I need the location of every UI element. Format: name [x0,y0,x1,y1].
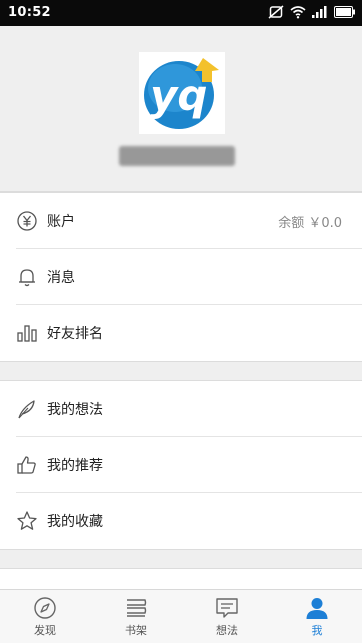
status-time: 10:52 [8,5,51,20]
tab-thoughts-label: 想法 [216,624,238,637]
my-recommendations-row[interactable]: 我的推荐 [16,437,362,493]
feather-icon [16,398,38,420]
my-content-group: 我的想法 我的推荐 我的收藏 [0,380,362,550]
comment-icon [215,596,239,620]
signal-icon [312,6,328,18]
messages-label: 消息 [47,270,75,286]
my-favorites-label: 我的收藏 [47,514,103,530]
logo-text: yq [150,71,207,120]
account-label: 账户 [47,214,75,230]
thumbs-up-icon [16,454,38,476]
account-row[interactable]: 账户 余额 ￥0.0 [16,193,362,249]
friend-ranking-label: 好友排名 [47,326,103,342]
yq-logo-icon: yq [144,58,219,129]
tab-bookshelf[interactable]: 书架 [91,590,181,643]
mute-icon [268,4,284,20]
balance-value: 余额 ￥0.0 [278,216,342,231]
tab-discover[interactable]: 发现 [0,590,90,643]
status-icons [268,4,356,20]
friend-ranking-row[interactable]: 好友排名 [16,305,362,361]
bell-icon [16,266,38,288]
bottom-tab-bar: 发现 书架 想法 我 [0,589,362,643]
profile-header: yq [0,26,362,192]
my-favorites-row[interactable]: 我的收藏 [16,493,362,549]
tab-bookshelf-label: 书架 [125,624,147,637]
username-redacted [119,146,235,166]
my-thoughts-label: 我的想法 [47,402,103,418]
my-recommendations-label: 我的推荐 [47,458,103,474]
yen-icon [16,210,38,232]
tab-discover-label: 发现 [34,624,56,637]
status-bar: 10:52 [0,0,362,26]
bar-chart-icon [16,322,38,344]
wifi-icon [290,5,306,19]
avatar[interactable]: yq [139,52,225,134]
star-icon [16,510,38,532]
bookshelf-icon [124,596,148,620]
compass-icon [33,596,57,620]
tab-me-label: 我 [311,624,323,637]
my-thoughts-row[interactable]: 我的想法 [16,381,362,437]
user-icon [305,596,329,620]
tab-thoughts[interactable]: 想法 [182,590,272,643]
account-group: 账户 余额 ￥0.0 消息 好友排名 [0,192,362,362]
battery-icon [334,6,356,18]
tab-me[interactable]: 我 [272,590,362,643]
messages-row[interactable]: 消息 [16,249,362,305]
